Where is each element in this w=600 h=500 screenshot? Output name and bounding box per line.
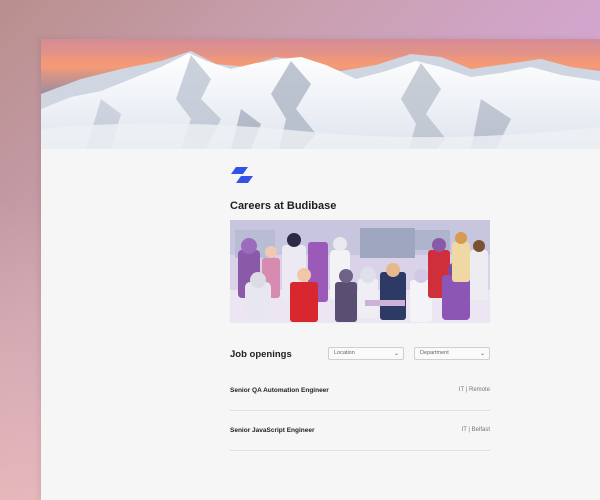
- chevron-down-icon: ⌄: [393, 351, 399, 357]
- divider: [230, 410, 490, 411]
- department-filter-select[interactable]: Department ⌄: [414, 347, 490, 360]
- budibase-logo-icon[interactable]: [230, 165, 254, 185]
- job-listing-row[interactable]: Senior QA Automation Engineer IT | Remot…: [230, 387, 490, 407]
- job-title[interactable]: Senior JavaScript Engineer: [230, 427, 315, 434]
- job-meta: IT | Remote: [458, 387, 490, 393]
- chevron-down-icon: ⌄: [479, 351, 485, 357]
- team-illustration-image: [230, 220, 490, 323]
- job-listing-row[interactable]: Senior JavaScript Engineer IT | Belfast: [230, 427, 490, 447]
- job-meta: IT | Belfast: [461, 427, 490, 433]
- location-filter-label: Location: [334, 350, 355, 356]
- location-filter-select[interactable]: Location ⌄: [328, 347, 404, 360]
- department-filter-label: Department: [420, 350, 449, 356]
- page-title: Careers at Budibase: [230, 200, 337, 212]
- careers-page: Careers at Budibase Job openings Locatio…: [41, 39, 600, 500]
- hero-banner-image: [41, 39, 600, 149]
- job-openings-heading: Job openings: [230, 349, 292, 360]
- job-title[interactable]: Senior QA Automation Engineer: [230, 387, 329, 394]
- divider: [230, 450, 490, 451]
